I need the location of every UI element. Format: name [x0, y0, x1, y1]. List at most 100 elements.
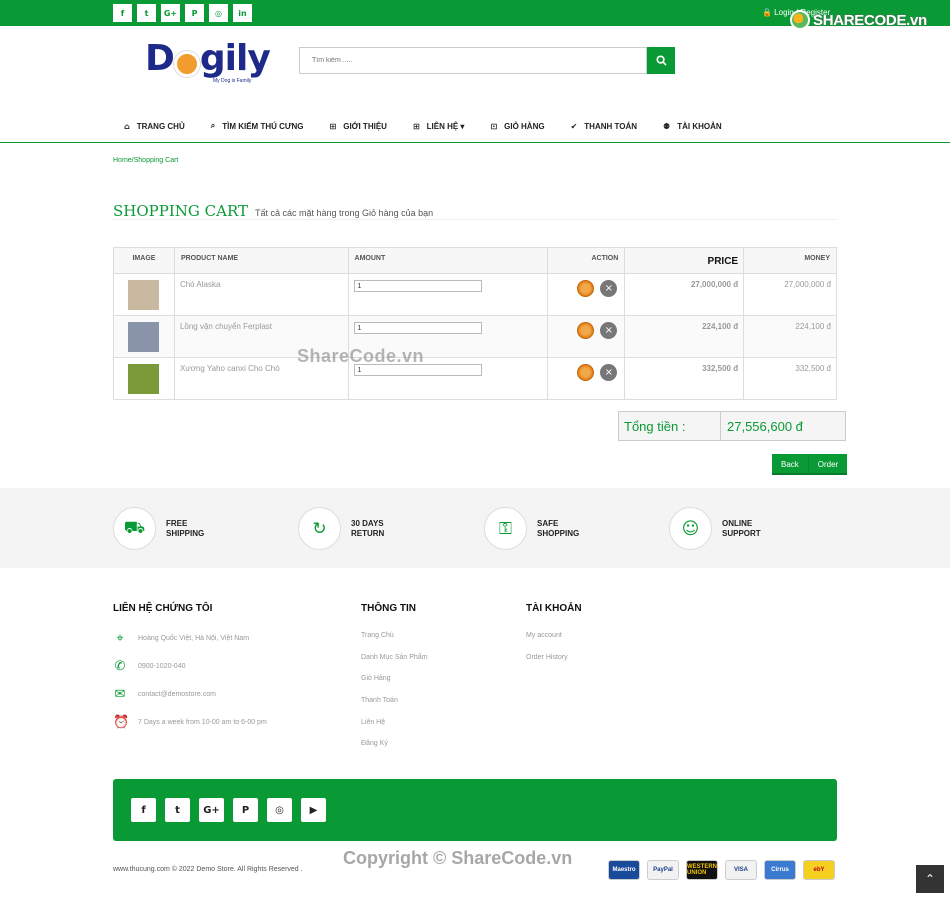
site-logo[interactable]: Dgily My Dog is Family [145, 40, 271, 85]
footer-info-link[interactable]: Danh Mục Sản Phẩm [361, 654, 428, 676]
footer-contact-title: LIÊN HỆ CHỨNG TÔI [113, 603, 213, 614]
cell-product-name[interactable]: Chó Alaska [173, 273, 349, 316]
footer-social-google-plus[interactable]: G+ [199, 798, 224, 822]
col-price: PRICE [624, 247, 745, 274]
feature-1: ↻ 30 DAYS RETURN [298, 507, 401, 550]
refresh-icon[interactable] [577, 280, 595, 297]
social-link-google-plus[interactable]: G+ [161, 4, 180, 22]
delete-icon[interactable]: × [600, 280, 618, 297]
footer-social-pinterest[interactable]: P [233, 798, 258, 822]
nav-label: TRANG CHỦ [136, 121, 185, 131]
contact-text: 7 Days a week from 10-00 am to 6-00 pm [138, 718, 267, 726]
cart-table: IMAGE PRODUCT NAME AMOUNT ACTION PRICE M… [113, 247, 837, 400]
footer-info-link[interactable]: Giỏ Hàng [361, 675, 428, 697]
nav-item-1[interactable]: ⌕ TÌM KIẾM THÚ CƯNG [211, 121, 304, 131]
footer-social-twitter[interactable]: t [165, 798, 190, 822]
cart-total: Tổng tiền : 27,556,600 đ [618, 411, 846, 441]
cell-image [113, 315, 175, 358]
nav-item-3[interactable]: ⊞ LIÊN HỆ ▾ [413, 121, 465, 131]
payment-logo: ebY [803, 860, 835, 880]
twitter-icon: t [175, 804, 180, 816]
pinterest-icon: P [241, 804, 250, 816]
col-image: IMAGE [113, 247, 175, 274]
nav-item-6[interactable]: ⚉ TÀI KHOẢN [663, 121, 722, 131]
main-nav: ⌂ TRANG CHỦ ⌕ TÌM KIẾM THÚ CƯNG ⊞ GIỚI THIỆU ⊞… [124, 121, 748, 131]
social-link-instagram[interactable]: ◎ [209, 4, 228, 22]
cell-image [113, 357, 175, 400]
quantity-input[interactable] [353, 280, 482, 292]
footer-social-facebook[interactable]: f [131, 798, 156, 822]
footer-info-link[interactable]: Đăng Ký [361, 740, 428, 762]
table-row: Xương Yaho canxi Cho Chó×332,500 đ332,50… [113, 357, 837, 400]
social-link-linkedin[interactable]: in [233, 4, 252, 22]
refresh-icon[interactable] [577, 322, 595, 339]
cell-action: × [547, 315, 626, 358]
product-image[interactable] [128, 364, 160, 394]
back-to-top-button[interactable]: ⌃ [916, 865, 944, 893]
col-product: PRODUCT NAME [173, 247, 349, 274]
product-image[interactable] [128, 322, 160, 352]
nav-label: GIỎ HÀNG [504, 121, 545, 131]
feature-label: FREE SHIPPING [166, 518, 205, 538]
footer-social-bar: f t G+ P ◎ ▶ [113, 779, 837, 841]
contact-text: 0900-1020-040 [138, 662, 186, 670]
product-image[interactable] [128, 280, 160, 310]
nav-item-2[interactable]: ⊞ GIỚI THIỆU [330, 121, 387, 131]
table-row: Lồng vận chuyển Ferplast×224,100 đ224,10… [113, 315, 837, 358]
google-plus-icon: G+ [203, 804, 220, 816]
footer-account-link[interactable]: My account [526, 632, 582, 654]
instagram-icon: ◎ [275, 804, 284, 816]
social-link-pinterest[interactable]: P [185, 4, 204, 22]
nav-item-0[interactable]: ⌂ TRANG CHỦ [124, 121, 185, 131]
nav-item-4[interactable]: ⊡ GIỎ HÀNG [490, 121, 544, 131]
footer-contact: LIÊN HỆ CHỨNG TÔI ⌖ Hoàng Quốc Việt, Hà N… [113, 603, 267, 736]
refresh-icon[interactable] [577, 364, 595, 381]
footer-info-link[interactable]: Thanh Toán [361, 697, 428, 719]
lock-icon: ⚿ [484, 507, 527, 550]
nav-label: TÌM KIẾM THÚ CƯNG [222, 121, 304, 131]
copyright: www.thucung.com © 2022 Demo Store. All R… [113, 866, 303, 873]
mail-icon: ✉ [114, 686, 126, 702]
youtube-icon: ▶ [309, 804, 318, 816]
location-icon: ⌖ [116, 630, 124, 646]
feature-2: ⚿ SAFE SHOPPING [484, 507, 587, 550]
delete-icon[interactable]: × [600, 322, 618, 339]
car-icon: ⛟ [113, 507, 156, 550]
nav-label: TÀI KHOẢN [677, 121, 722, 131]
delete-icon[interactable]: × [600, 364, 618, 381]
facebook-icon: f [120, 8, 125, 18]
cell-amount [347, 273, 549, 316]
social-link-twitter[interactable]: t [137, 4, 156, 22]
instagram-icon: ◎ [215, 8, 222, 18]
twitter-icon: t [144, 8, 149, 18]
user-group-icon: ⚉ [663, 121, 671, 131]
order-button[interactable]: Order [807, 454, 848, 475]
search-button[interactable] [647, 47, 675, 74]
contact-item: ⌖ Hoàng Quốc Việt, Hà Nội, Việt Nam [113, 624, 267, 652]
search-input[interactable] [299, 47, 647, 74]
payment-logo: Cirrus [764, 860, 796, 880]
home-icon: ⌂ [124, 121, 130, 131]
footer-info-link[interactable]: Liên Hệ [361, 719, 428, 741]
nav-item-5[interactable]: ✔ THANH TOÁN [571, 121, 637, 131]
footer-social-instagram[interactable]: ◎ [267, 798, 292, 822]
page-heading: SHOPPING CART Tất cả các mặt hàng trong … [113, 202, 837, 220]
return-icon: ↻ [298, 507, 341, 550]
back-button[interactable]: Back [772, 454, 808, 475]
breadcrumb[interactable]: Home/Shopping Cart [113, 157, 178, 164]
footer-info-link[interactable]: Trang Chủ [361, 632, 428, 654]
social-link-facebook[interactable]: f [113, 4, 132, 22]
page-title: SHOPPING CART [113, 202, 248, 220]
footer-social-youtube[interactable]: ▶ [301, 798, 326, 822]
cell-price: 332,500 đ [624, 357, 745, 400]
dog-face-icon [173, 50, 200, 77]
footer-account-link[interactable]: Order History [526, 654, 582, 676]
cell-money: 224,100 đ [743, 315, 837, 358]
sharecode-logo-text: SHARECODE.vn [813, 11, 927, 29]
quantity-input[interactable] [353, 322, 482, 334]
table-row: Chó Alaska × 27,000,000 đ27,000,000 đ [113, 273, 837, 316]
feature-0: ⛟ FREE SHIPPING [113, 507, 216, 550]
pinterest-icon: P [191, 8, 198, 18]
feature-label: 30 DAYS RETURN [351, 518, 385, 538]
cell-action: × [547, 273, 626, 316]
